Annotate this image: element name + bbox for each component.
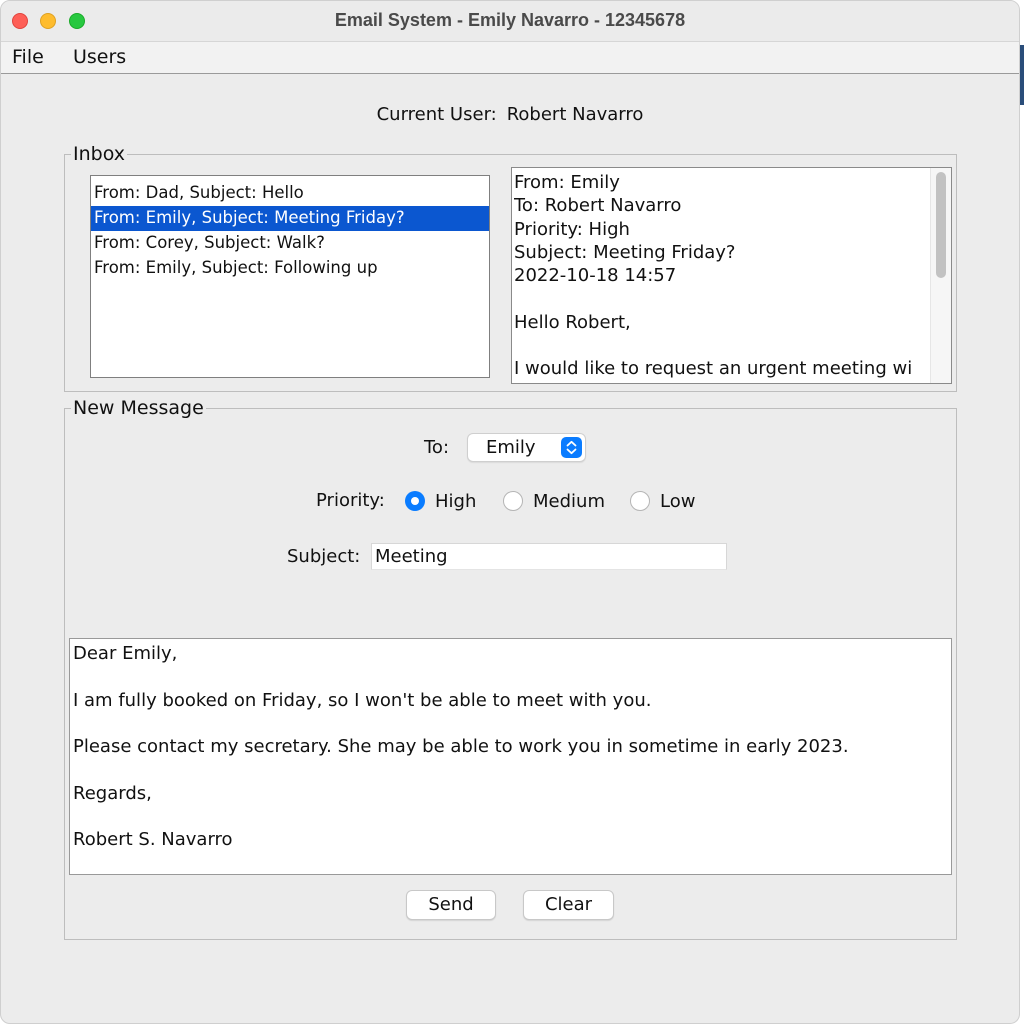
current-user-name: Robert Navarro: [506, 104, 644, 125]
current-user-label: Current User:: [376, 104, 497, 125]
priority-low-label[interactable]: Low: [660, 491, 695, 512]
message-preview-pane[interactable]: From: Emily To: Robert Navarro Priority:…: [511, 167, 952, 384]
window-title: Email System - Emily Navarro - 12345678: [334, 10, 686, 30]
subject-label: Subject:: [287, 546, 361, 567]
subject-input[interactable]: Meeting: [371, 543, 727, 570]
preview-scrollbar[interactable]: [930, 168, 951, 383]
background-window-edge: [1020, 45, 1024, 105]
message-preview-text: From: Emily To: Robert Navarro Priority:…: [514, 172, 913, 380]
to-label: To:: [424, 437, 450, 458]
clear-button[interactable]: Clear: [523, 890, 614, 920]
inbox-legend: Inbox: [73, 143, 125, 165]
title-bar: Email System - Emily Navarro - 12345678: [1, 1, 1019, 42]
email-system-window: Email System - Emily Navarro - 12345678 …: [0, 0, 1020, 1024]
current-user-row: Current User: Robert Navarro: [1, 104, 1019, 125]
priority-medium-radio[interactable]: [503, 491, 523, 511]
inbox-message-list[interactable]: From: Dad, Subject: Hello From: Emily, S…: [90, 175, 490, 378]
inbox-list-item[interactable]: From: Dad, Subject: Hello: [91, 181, 489, 206]
priority-label: Priority:: [316, 490, 385, 511]
chevron-up-down-icon: [561, 437, 582, 458]
menu-file[interactable]: File: [12, 46, 44, 68]
priority-high-label[interactable]: High: [435, 491, 476, 512]
send-button[interactable]: Send: [406, 890, 496, 920]
inbox-list-item[interactable]: From: Corey, Subject: Walk?: [91, 231, 489, 256]
priority-medium-label[interactable]: Medium: [533, 491, 605, 512]
inbox-list-item[interactable]: From: Emily, Subject: Following up: [91, 256, 489, 281]
menu-bar: File Users: [1, 42, 1019, 74]
new-message-legend: New Message: [73, 397, 204, 419]
recipient-select[interactable]: Emily: [467, 433, 586, 462]
inbox-list-item-selected[interactable]: From: Emily, Subject: Meeting Friday?: [91, 206, 489, 231]
priority-low-radio[interactable]: [630, 491, 650, 511]
priority-high-radio[interactable]: [405, 491, 425, 511]
menu-users[interactable]: Users: [73, 46, 126, 68]
recipient-select-value: Emily: [486, 437, 536, 458]
message-body-textarea[interactable]: Dear Emily, I am fully booked on Friday,…: [69, 638, 952, 875]
preview-scrollbar-thumb[interactable]: [936, 172, 946, 278]
